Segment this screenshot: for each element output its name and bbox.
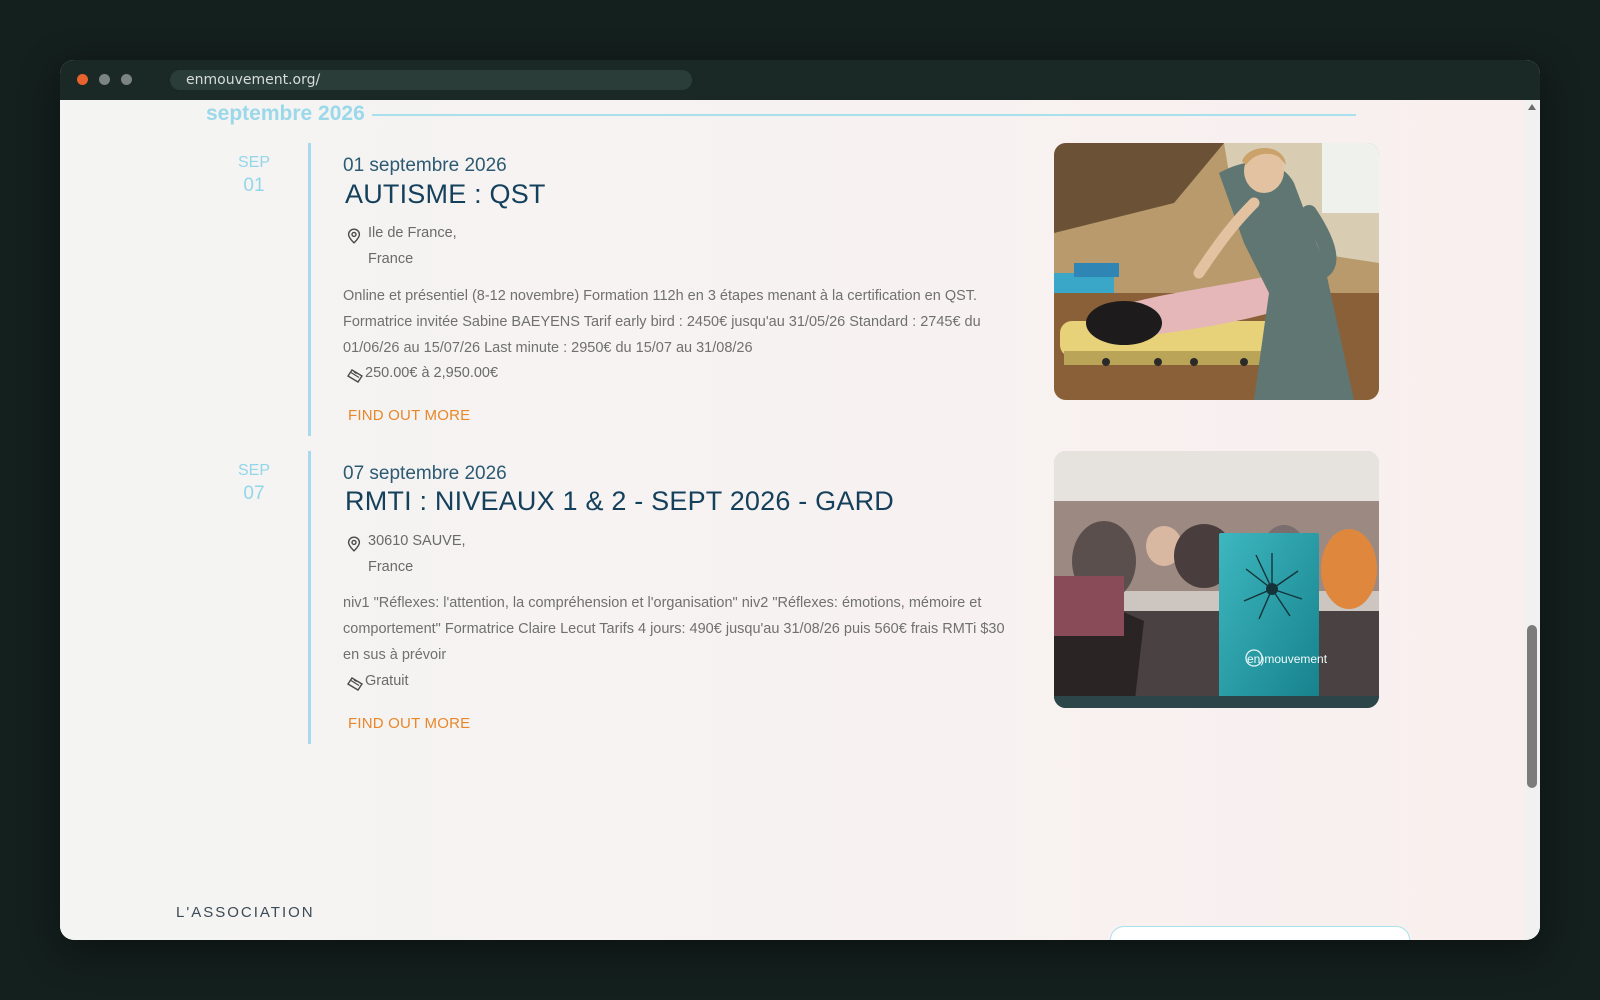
event-day: 01 (243, 175, 265, 196)
event-location-line1: 30610 SAUVE, (368, 533, 466, 549)
event-title[interactable]: AUTISME : QST (345, 179, 546, 210)
event-image-massage[interactable] (1054, 143, 1379, 400)
location-pin-icon (347, 536, 361, 552)
month-divider (372, 114, 1356, 116)
event-month: SEP (237, 462, 270, 479)
event-location: 30610 SAUVE, France (368, 528, 466, 580)
maximize-window-button[interactable] (121, 74, 132, 85)
location-pin-icon (347, 228, 361, 244)
address-bar[interactable]: enmouvement.org/ (170, 70, 692, 90)
event-timeline-rule (308, 451, 311, 744)
event-date-badge: SEP 07 (220, 461, 288, 507)
event-price: 250.00€ à 2,950.00€ (365, 365, 499, 381)
event-timeline-rule (308, 143, 311, 436)
page-scrollbar[interactable] (1524, 100, 1540, 940)
event-location-country: France (368, 559, 414, 575)
event-description: Online et présentiel (8-12 novembre) For… (343, 288, 981, 356)
browser-window: enmouvement.org/ septembre 2026 SEP 01 0… (60, 60, 1540, 940)
event-item: SEP 01 01 septembre 2026 AUTISME : QST I… (60, 143, 1524, 438)
ticket-icon (347, 677, 363, 691)
footer-card (1110, 926, 1410, 940)
event-location: Ile de France, France (368, 220, 457, 272)
event-image-book[interactable]: en)mouvement (1054, 451, 1379, 708)
find-out-more-link[interactable]: FIND OUT MORE (348, 715, 470, 732)
event-date: 01 septembre 2026 (343, 155, 507, 176)
month-heading: septembre 2026 (206, 102, 365, 125)
minimize-window-button[interactable] (99, 74, 110, 85)
event-month: SEP (237, 154, 270, 171)
scroll-up-arrow-icon[interactable] (1528, 104, 1536, 110)
footer-association-heading: L'ASSOCIATION (176, 904, 315, 921)
event-date-badge: SEP 01 (220, 153, 288, 199)
scroll-thumb[interactable] (1527, 625, 1537, 788)
event-item: SEP 07 07 septembre 2026 RMTI : NIVEAUX … (60, 451, 1524, 746)
event-date: 07 septembre 2026 (343, 463, 507, 484)
browser-titlebar: enmouvement.org/ (60, 60, 1540, 100)
event-location-country: France (368, 251, 414, 267)
find-out-more-link[interactable]: FIND OUT MORE (348, 407, 470, 424)
book-title-text: en)mouvement (1247, 652, 1328, 666)
event-price: Gratuit (365, 673, 409, 689)
ticket-icon (347, 369, 363, 383)
event-day: 07 (243, 483, 265, 504)
event-location-line1: Ile de France, (368, 225, 457, 241)
page-viewport: septembre 2026 SEP 01 01 septembre 2026 … (60, 100, 1524, 940)
event-title[interactable]: RMTI : NIVEAUX 1 & 2 - SEPT 2026 - GARD (345, 486, 894, 517)
event-description: niv1 "Réflexes: l'attention, la compréhe… (343, 595, 1005, 663)
close-window-button[interactable] (77, 74, 88, 85)
